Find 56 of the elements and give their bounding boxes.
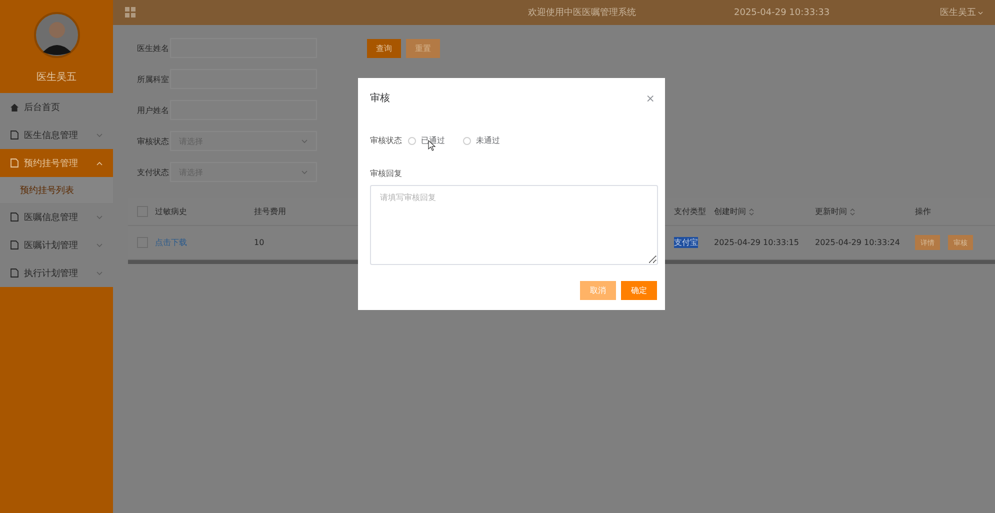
- sort-icon[interactable]: [749, 208, 754, 216]
- cancel-button[interactable]: 取消: [580, 281, 616, 300]
- close-button[interactable]: ×: [646, 92, 655, 104]
- chevron-up-icon: [96, 160, 103, 166]
- chevron-down-icon: [301, 170, 308, 174]
- chevron-down-icon: [96, 214, 103, 220]
- field-label: 审核状态: [370, 135, 402, 146]
- avatar: [34, 12, 80, 58]
- submenu-item[interactable]: 预约挂号列表: [0, 177, 113, 203]
- user-name: 医生吴五: [36, 70, 76, 84]
- field-label: 审核状态: [137, 136, 170, 146]
- menu-item[interactable]: 后台首页: [0, 93, 113, 121]
- document-icon: [10, 240, 19, 250]
- document-icon: [10, 130, 19, 140]
- grid-icon[interactable]: [125, 7, 136, 18]
- reset-button[interactable]: 重置: [406, 38, 440, 58]
- search-button[interactable]: 查询: [367, 38, 401, 58]
- field-label: 所属科室: [137, 74, 170, 84]
- document-icon: [10, 212, 19, 222]
- menu-item[interactable]: 预约挂号管理: [0, 149, 113, 177]
- header-datetime: 2025-04-29 10:33:33: [734, 8, 830, 18]
- chevron-down-icon: [96, 270, 103, 276]
- user-menu[interactable]: 医生吴五: [940, 6, 976, 19]
- download-link[interactable]: 点击下载: [155, 237, 187, 248]
- menu-item[interactable]: 医生信息管理: [0, 121, 113, 149]
- chevron-down-icon: [96, 132, 103, 138]
- column-header: 创建时间: [714, 206, 746, 217]
- home-icon: [10, 102, 19, 112]
- column-header: 过敏病史: [155, 206, 187, 217]
- column-header: 支付类型: [674, 206, 706, 217]
- document-icon: [10, 268, 19, 278]
- caret-icon[interactable]: [978, 10, 983, 14]
- column-header: 操作: [915, 206, 931, 217]
- column-header: 更新时间: [815, 206, 847, 217]
- radio-option[interactable]: 已通过: [408, 135, 445, 146]
- table-cell: 支付宝: [674, 237, 698, 248]
- document-icon: [10, 158, 19, 168]
- column-header: 挂号费用: [254, 206, 286, 217]
- field-label: 审核回复: [370, 168, 403, 179]
- field-label: 医生姓名: [137, 42, 170, 54]
- dialog-title: 审核: [370, 92, 390, 105]
- table-cell: 2025-04-29 10:33:15: [714, 238, 799, 247]
- field-label: 用户姓名: [137, 104, 170, 116]
- header-title: 欢迎使用中医医嘱管理系统: [528, 6, 636, 19]
- table-cell: 2025-04-29 10:33:24: [815, 238, 900, 247]
- table-cell: 10: [254, 238, 264, 247]
- menu-item[interactable]: 执行计划管理: [0, 259, 113, 287]
- field-label: 支付状态: [137, 166, 170, 178]
- chevron-down-icon: [96, 242, 103, 248]
- confirm-button[interactable]: 确定: [621, 281, 657, 300]
- menu-item[interactable]: 医嘱信息管理: [0, 203, 113, 231]
- reply-textarea[interactable]: 请填写审核回复: [370, 185, 658, 265]
- sort-icon[interactable]: [850, 208, 855, 216]
- radio-option[interactable]: 未通过: [463, 135, 500, 146]
- menu-item[interactable]: 医嘱计划管理: [0, 231, 113, 259]
- chevron-down-icon: [301, 138, 308, 144]
